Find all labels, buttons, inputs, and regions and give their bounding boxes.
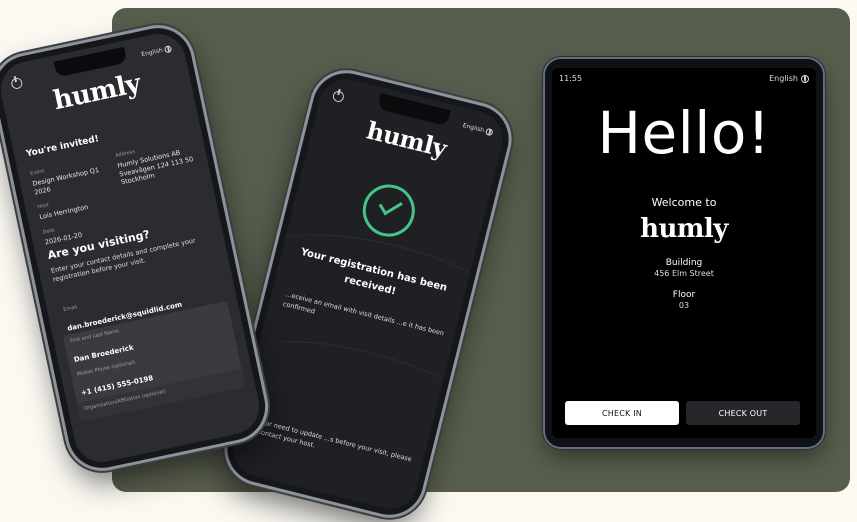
globe-icon bbox=[485, 127, 494, 137]
hello-heading: Hello! bbox=[597, 99, 771, 167]
power-icon[interactable] bbox=[10, 76, 24, 90]
building-value: 456 Elm Street bbox=[654, 269, 714, 278]
building-label: Building bbox=[665, 258, 703, 268]
floor-value: 03 bbox=[678, 301, 690, 310]
clock: 11:55 bbox=[559, 74, 583, 83]
language-label: English bbox=[769, 74, 798, 83]
address-detail: Address Humly Solutions AB Sveavägen 124… bbox=[115, 137, 198, 187]
language-selector[interactable]: English bbox=[462, 122, 494, 137]
humly-logo: humly bbox=[640, 214, 728, 244]
floor-label: Floor bbox=[672, 290, 696, 300]
welcome-text: Welcome to bbox=[651, 196, 717, 209]
check-circle-icon bbox=[357, 179, 421, 243]
language-label: English bbox=[462, 122, 485, 135]
globe-icon bbox=[801, 74, 809, 83]
globe-icon bbox=[163, 45, 173, 54]
kiosk-screen: 11:55 English Hello! Welcome to humly Bu… bbox=[552, 68, 816, 438]
power-icon[interactable] bbox=[331, 89, 346, 104]
language-selector[interactable]: English bbox=[769, 74, 809, 83]
check-in-button[interactable]: CHECK IN bbox=[565, 401, 679, 425]
language-label: English bbox=[140, 46, 164, 59]
tablet-kiosk: 11:55 English Hello! Welcome to humly Bu… bbox=[545, 59, 823, 447]
check-out-button[interactable]: CHECK OUT bbox=[686, 401, 800, 425]
language-selector[interactable]: English bbox=[140, 45, 173, 59]
